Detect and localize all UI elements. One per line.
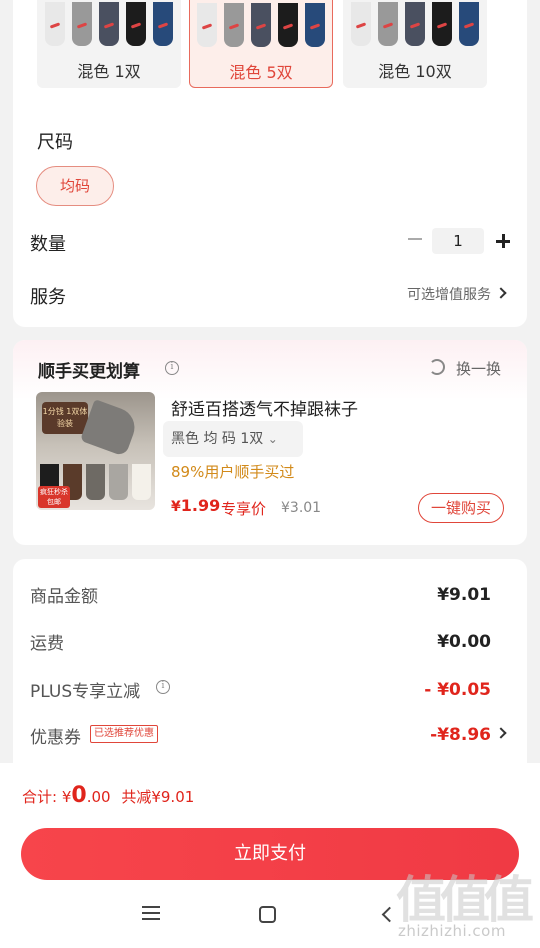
bought-rate-text: 89%用户顺手买过 [171, 463, 295, 481]
variant-option-2[interactable]: 混色 5双 [189, 0, 333, 88]
size-label: 尺码 [37, 132, 73, 153]
one-click-buy-button[interactable]: 一键购买 [418, 493, 504, 523]
product-price: ¥1.99 [171, 496, 220, 515]
saved-amount: 共减¥9.01 [121, 788, 195, 806]
recommend-card: 顺手买更划算 i 换一换 1分钱 1双体验装 疯狂秒杀 包邮 舒适百搭透气不掉跟… [13, 340, 527, 545]
swap-button[interactable]: 换一换 [456, 358, 501, 379]
variant-option-3[interactable]: 混色 10双 [343, 0, 487, 88]
coupon-label: 优惠券 [30, 728, 81, 748]
chevron-down-icon: ⌄ [267, 432, 278, 446]
plus-discount-value: - ¥0.05 [424, 680, 491, 700]
image-badge-top: 1分钱 1双体验装 [42, 402, 88, 434]
plus-discount-label: PLUS专享立减 [30, 682, 141, 702]
chevron-right-icon[interactable] [495, 727, 507, 739]
goods-amount-label: 商品金额 [30, 587, 98, 607]
price-currency: ¥ [171, 499, 181, 515]
menu-icon[interactable] [142, 906, 160, 920]
shipping-label: 运费 [30, 634, 64, 654]
coupon-recommend-tag: 已选推荐优惠 [90, 725, 158, 743]
variant-label: 混色 10双 [378, 62, 452, 81]
image-leg [79, 399, 141, 457]
product-image[interactable]: 1分钱 1双体验装 疯狂秒杀 包邮 [36, 392, 155, 510]
spec-card: 混色 1双 混色 5双 混色 10双 尺码 均码 数量 1 服务 可选增值服务 [13, 0, 527, 327]
quantity-minus-button[interactable] [405, 229, 425, 249]
coupon-value[interactable]: -¥8.96 [430, 725, 491, 745]
original-price: ¥3.01 [281, 500, 322, 516]
product-spec-select[interactable]: 黑色 均 码 1双 ⌄ [163, 421, 303, 457]
quantity-label: 数量 [30, 234, 66, 255]
service-value[interactable]: 可选增值服务 [407, 284, 491, 304]
service-label: 服务 [30, 287, 66, 308]
shipping-value: ¥0.00 [437, 632, 491, 652]
variant-label: 混色 5双 [229, 63, 293, 82]
variant-label: 混色 1双 [77, 62, 141, 81]
variant-option-1[interactable]: 混色 1双 [37, 0, 181, 88]
chevron-right-icon[interactable] [495, 287, 507, 299]
product-spec-text: 黑色 均 码 1双 [171, 431, 264, 447]
info-icon[interactable]: i [156, 680, 170, 694]
total-dec: .00 [86, 788, 111, 806]
sock-thumbnail [194, 3, 328, 49]
sock-thumbnail [41, 2, 177, 48]
recommend-title: 顺手买更划算 [38, 362, 140, 382]
quantity-input[interactable]: 1 [432, 228, 484, 254]
goods-amount-value: ¥9.01 [437, 585, 491, 605]
sock-thumbnail [347, 2, 483, 48]
price-value: 1.99 [180, 496, 221, 515]
product-name[interactable]: 舒适百搭透气不掉跟袜子 [171, 395, 358, 420]
total-currency: ¥ [61, 788, 72, 806]
quantity-plus-button[interactable] [493, 231, 513, 251]
total-summary: 合计: ¥0.00 共减¥9.01 [22, 783, 194, 808]
total-int: 0 [71, 783, 87, 808]
watermark: 值值值 zhizhizhi.com [392, 860, 534, 948]
image-badge-bottom: 疯狂秒杀 包邮 [38, 486, 70, 508]
watermark-url: zhizhizhi.com [398, 922, 506, 940]
size-option-chip[interactable]: 均码 [36, 166, 114, 206]
exclusive-price-tag: 专享价 [221, 500, 267, 518]
home-icon[interactable] [259, 906, 276, 923]
total-label: 合计: [22, 788, 58, 806]
info-icon[interactable]: i [165, 361, 179, 375]
refresh-icon[interactable] [429, 359, 445, 375]
